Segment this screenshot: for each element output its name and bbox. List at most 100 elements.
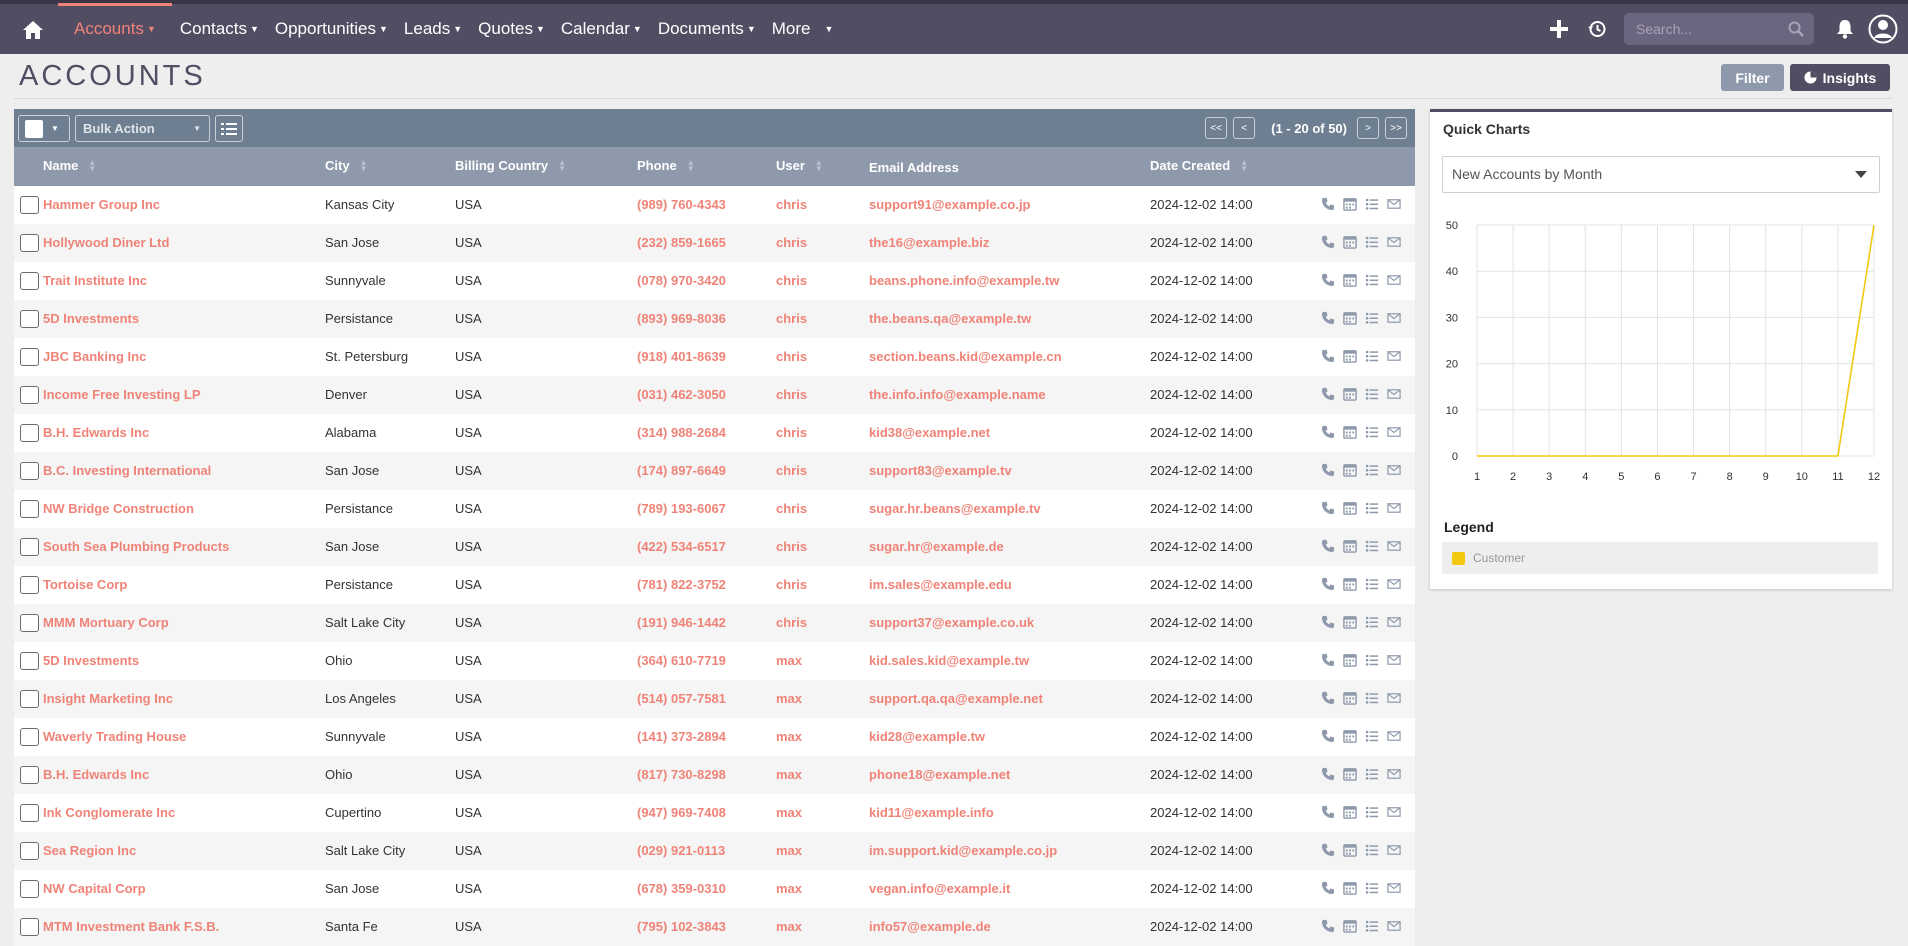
phone-icon[interactable]	[1321, 691, 1335, 705]
cell-user[interactable]: chris	[776, 615, 807, 630]
email-icon[interactable]	[1387, 729, 1401, 743]
cell-phone[interactable]: (422) 534-6517	[637, 539, 726, 554]
row-checkbox[interactable]	[20, 538, 39, 556]
email-icon[interactable]	[1387, 843, 1401, 857]
calendar-icon[interactable]	[1343, 387, 1357, 401]
column-header-date-created[interactable]: Date Created ▲ ▼	[1150, 158, 1248, 173]
phone-icon[interactable]	[1321, 501, 1335, 515]
cell-user[interactable]: max	[776, 881, 802, 896]
row-checkbox[interactable]	[20, 690, 39, 708]
email-icon[interactable]	[1387, 273, 1401, 287]
column-chooser-button[interactable]	[215, 115, 243, 142]
phone-icon[interactable]	[1321, 197, 1335, 211]
cell-user[interactable]: chris	[776, 235, 807, 250]
tasks-icon[interactable]	[1365, 311, 1379, 325]
cell-email-address[interactable]: support.qa.qa@example.net	[869, 691, 1043, 706]
cell-user[interactable]: chris	[776, 273, 807, 288]
tasks-icon[interactable]	[1365, 767, 1379, 781]
email-icon[interactable]	[1387, 805, 1401, 819]
cell-user[interactable]: chris	[776, 463, 807, 478]
bell-icon[interactable]	[1826, 10, 1864, 48]
email-icon[interactable]	[1387, 653, 1401, 667]
calendar-icon[interactable]	[1343, 881, 1357, 895]
cell-email-address[interactable]: section.beans.kid@example.cn	[869, 349, 1062, 364]
calendar-icon[interactable]	[1343, 805, 1357, 819]
phone-icon[interactable]	[1321, 311, 1335, 325]
phone-icon[interactable]	[1321, 235, 1335, 249]
cell-email-address[interactable]: the.beans.qa@example.tw	[869, 311, 1031, 326]
tasks-icon[interactable]	[1365, 577, 1379, 591]
tasks-icon[interactable]	[1365, 387, 1379, 401]
cell-user[interactable]: max	[776, 805, 802, 820]
row-checkbox[interactable]	[20, 918, 39, 936]
sort-icon[interactable]: ▲ ▼	[687, 158, 695, 172]
cell-name[interactable]: Waverly Trading House	[43, 729, 186, 744]
row-checkbox[interactable]	[20, 272, 39, 290]
row-checkbox[interactable]	[20, 500, 39, 518]
tasks-icon[interactable]	[1365, 501, 1379, 515]
tasks-icon[interactable]	[1365, 235, 1379, 249]
cell-user[interactable]: max	[776, 653, 802, 668]
phone-icon[interactable]	[1321, 463, 1335, 477]
cell-phone[interactable]: (893) 969-8036	[637, 311, 726, 326]
cell-phone[interactable]: (174) 897-6649	[637, 463, 726, 478]
email-icon[interactable]	[1387, 539, 1401, 553]
cell-phone[interactable]: (078) 970-3420	[637, 273, 726, 288]
calendar-icon[interactable]	[1343, 425, 1357, 439]
cell-user[interactable]: max	[776, 729, 802, 744]
cell-user[interactable]: chris	[776, 387, 807, 402]
cell-user[interactable]: max	[776, 691, 802, 706]
calendar-icon[interactable]	[1343, 843, 1357, 857]
email-icon[interactable]	[1387, 311, 1401, 325]
cell-phone[interactable]: (364) 610-7719	[637, 653, 726, 668]
phone-icon[interactable]	[1321, 653, 1335, 667]
cell-name[interactable]: B.C. Investing International	[43, 463, 211, 478]
cell-email-address[interactable]: support37@example.co.uk	[869, 615, 1034, 630]
tasks-icon[interactable]	[1365, 881, 1379, 895]
cell-phone[interactable]: (989) 760-4343	[637, 197, 726, 212]
calendar-icon[interactable]	[1343, 197, 1357, 211]
calendar-icon[interactable]	[1343, 235, 1357, 249]
phone-icon[interactable]	[1321, 577, 1335, 591]
email-icon[interactable]	[1387, 387, 1401, 401]
column-header-name[interactable]: Name ▲ ▼	[43, 158, 96, 173]
cell-name[interactable]: Hammer Group Inc	[43, 197, 160, 212]
calendar-icon[interactable]	[1343, 463, 1357, 477]
cell-user[interactable]: chris	[776, 539, 807, 554]
email-icon[interactable]	[1387, 235, 1401, 249]
calendar-icon[interactable]	[1343, 729, 1357, 743]
cell-user[interactable]: chris	[776, 577, 807, 592]
phone-icon[interactable]	[1321, 425, 1335, 439]
cell-user[interactable]: max	[776, 767, 802, 782]
row-checkbox[interactable]	[20, 804, 39, 822]
next-page-button[interactable]: >	[1357, 117, 1379, 139]
cell-name[interactable]: MMM Mortuary Corp	[43, 615, 169, 630]
cell-phone[interactable]: (947) 969-7408	[637, 805, 726, 820]
tasks-icon[interactable]	[1365, 539, 1379, 553]
cell-email-address[interactable]: kid38@example.net	[869, 425, 990, 440]
cell-email-address[interactable]: im.sales@example.edu	[869, 577, 1012, 592]
tasks-icon[interactable]	[1365, 843, 1379, 857]
nav-item-documents[interactable]: Documents ▼	[650, 4, 764, 54]
cell-email-address[interactable]: the16@example.biz	[869, 235, 989, 250]
row-checkbox[interactable]	[20, 424, 39, 442]
cell-phone[interactable]: (781) 822-3752	[637, 577, 726, 592]
search-input[interactable]	[1624, 13, 1814, 45]
calendar-icon[interactable]	[1343, 919, 1357, 933]
email-icon[interactable]	[1387, 577, 1401, 591]
phone-icon[interactable]	[1321, 805, 1335, 819]
cell-user[interactable]: chris	[776, 311, 807, 326]
phone-icon[interactable]	[1321, 615, 1335, 629]
row-checkbox[interactable]	[20, 652, 39, 670]
phone-icon[interactable]	[1321, 881, 1335, 895]
calendar-icon[interactable]	[1343, 653, 1357, 667]
cell-phone[interactable]: (141) 373-2894	[637, 729, 726, 744]
row-checkbox[interactable]	[20, 234, 39, 252]
nav-item-more[interactable]: More ▼	[764, 4, 842, 54]
email-icon[interactable]	[1387, 881, 1401, 895]
email-icon[interactable]	[1387, 691, 1401, 705]
tasks-icon[interactable]	[1365, 273, 1379, 287]
tasks-icon[interactable]	[1365, 197, 1379, 211]
cell-email-address[interactable]: info57@example.de	[869, 919, 991, 934]
email-icon[interactable]	[1387, 615, 1401, 629]
